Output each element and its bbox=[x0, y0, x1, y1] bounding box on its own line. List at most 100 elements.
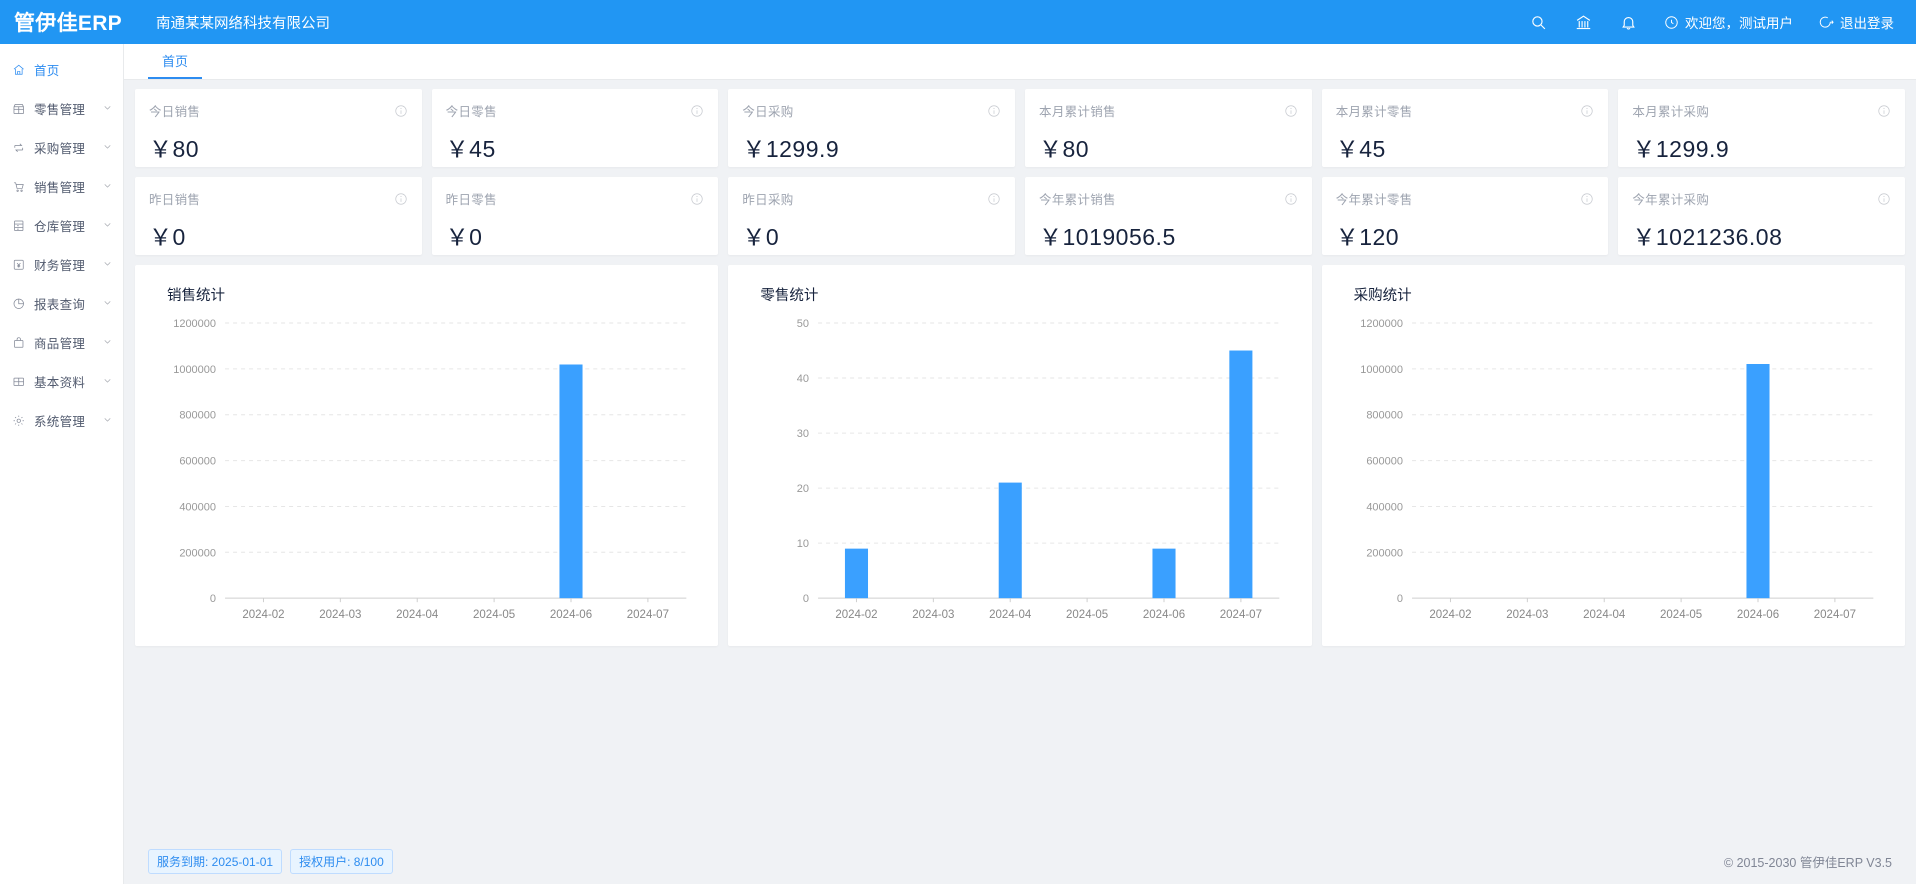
tab-bar: 首页 bbox=[124, 44, 1916, 80]
tab-home-label: 首页 bbox=[162, 51, 188, 70]
chart-title: 销售统计 bbox=[167, 284, 702, 305]
stat-value: ￥0 bbox=[446, 218, 705, 252]
info-icon[interactable] bbox=[1580, 104, 1594, 118]
chevron-down-icon[interactable] bbox=[102, 102, 113, 116]
chevron-down-icon[interactable] bbox=[102, 414, 113, 428]
stat-value: ￥1021236.08 bbox=[1632, 218, 1891, 252]
info-icon[interactable] bbox=[1284, 192, 1298, 206]
stat-cards-row-2: 昨日销售 ￥0 昨日零售 ￥0 昨日采购 ￥0 bbox=[135, 177, 1905, 255]
stat-title: 本月累计采购 bbox=[1632, 101, 1709, 120]
svg-text:0: 0 bbox=[210, 593, 216, 605]
svg-text:2024-06: 2024-06 bbox=[1737, 609, 1779, 621]
chevron-down-icon[interactable] bbox=[102, 297, 113, 311]
logout-icon bbox=[1819, 15, 1834, 30]
svg-text:400000: 400000 bbox=[179, 501, 216, 513]
svg-text:2024-06: 2024-06 bbox=[550, 609, 592, 621]
sidebar-label-sales: 销售管理 bbox=[34, 177, 102, 196]
sidebar-label-reports: 报表查询 bbox=[34, 294, 102, 313]
dashboard-scroll-area: 今日销售 ￥80 今日零售 ￥45 今日采购 ￥1299.9 bbox=[124, 80, 1916, 838]
chart-card-sales: 销售统计 02000004000006000008000001000000120… bbox=[135, 265, 718, 646]
stat-title: 本月累计销售 bbox=[1039, 101, 1116, 120]
sidebar-item-finance[interactable]: 财务管理 bbox=[0, 245, 123, 284]
user-clock-icon bbox=[1664, 15, 1679, 30]
chevron-down-icon[interactable] bbox=[102, 375, 113, 389]
chevron-down-icon[interactable] bbox=[102, 258, 113, 272]
stat-value: ￥1019056.5 bbox=[1039, 218, 1298, 252]
stat-value: ￥1299.9 bbox=[1632, 130, 1891, 164]
sidebar-item-basic-data[interactable]: 基本资料 bbox=[0, 362, 123, 401]
svg-text:800000: 800000 bbox=[179, 410, 216, 422]
chevron-down-icon[interactable] bbox=[102, 180, 113, 194]
info-icon[interactable] bbox=[690, 192, 704, 206]
swap-icon bbox=[11, 141, 27, 155]
stat-card-today-retail: 今日零售 ￥45 bbox=[432, 89, 719, 167]
svg-text:1200000: 1200000 bbox=[1360, 318, 1403, 330]
tab-home[interactable]: 首页 bbox=[148, 44, 202, 79]
home-icon bbox=[11, 63, 27, 77]
sidebar-item-home[interactable]: 首页 bbox=[0, 50, 123, 89]
svg-text:2024-04: 2024-04 bbox=[1583, 609, 1626, 621]
stat-card-yesterday-sales: 昨日销售 ￥0 bbox=[135, 177, 422, 255]
svg-text:20: 20 bbox=[797, 483, 809, 495]
stat-value: ￥0 bbox=[149, 218, 408, 252]
search-icon[interactable] bbox=[1529, 13, 1548, 32]
svg-text:600000: 600000 bbox=[1366, 456, 1403, 468]
sidebar-item-sales[interactable]: 销售管理 bbox=[0, 167, 123, 206]
sidebar-label-basic-data: 基本资料 bbox=[34, 372, 102, 391]
sidebar-item-retail[interactable]: 零售管理 bbox=[0, 89, 123, 128]
stat-cards-row-1: 今日销售 ￥80 今日零售 ￥45 今日采购 ￥1299.9 bbox=[135, 89, 1905, 167]
stat-value: ￥120 bbox=[1336, 218, 1595, 252]
info-icon[interactable] bbox=[987, 104, 1001, 118]
stat-value: ￥1299.9 bbox=[742, 130, 1001, 164]
info-icon[interactable] bbox=[1877, 192, 1891, 206]
licensed-users-badge: 授权用户: 8/100 bbox=[290, 849, 393, 874]
svg-text:2024-03: 2024-03 bbox=[319, 609, 361, 621]
chevron-down-icon[interactable] bbox=[102, 141, 113, 155]
svg-text:2024-07: 2024-07 bbox=[627, 609, 669, 621]
welcome-user[interactable]: 欢迎您，测试用户 bbox=[1664, 12, 1793, 32]
sidebar-item-purchase[interactable]: 采购管理 bbox=[0, 128, 123, 167]
svg-text:2024-02: 2024-02 bbox=[836, 609, 878, 621]
company-name: 南通某某网络科技有限公司 bbox=[152, 12, 330, 33]
sidebar-label-goods: 商品管理 bbox=[34, 333, 102, 352]
bank-icon[interactable] bbox=[1574, 13, 1593, 32]
gear-icon bbox=[11, 414, 27, 428]
bell-icon[interactable] bbox=[1619, 13, 1638, 32]
info-icon[interactable] bbox=[1284, 104, 1298, 118]
chevron-down-icon[interactable] bbox=[102, 336, 113, 350]
sidebar-label-home: 首页 bbox=[34, 60, 113, 79]
info-icon[interactable] bbox=[690, 104, 704, 118]
stat-card-year-sales: 今年累计销售 ￥1019056.5 bbox=[1025, 177, 1312, 255]
archive-icon bbox=[11, 219, 27, 233]
svg-text:50: 50 bbox=[797, 318, 809, 330]
info-icon[interactable] bbox=[394, 192, 408, 206]
header-actions: 欢迎您，测试用户 退出登录 bbox=[1529, 12, 1916, 32]
chevron-down-icon[interactable] bbox=[102, 219, 113, 233]
chart-plot-retail[interactable]: 010203040502024-022024-032024-042024-052… bbox=[744, 311, 1295, 638]
svg-text:600000: 600000 bbox=[179, 456, 216, 468]
stat-card-year-retail: 今年累计零售 ￥120 bbox=[1322, 177, 1609, 255]
bag-icon bbox=[11, 336, 27, 350]
footer: 服务到期: 2025-01-01 授权用户: 8/100 © 2015-2030… bbox=[124, 838, 1916, 884]
info-icon[interactable] bbox=[987, 192, 1001, 206]
info-icon[interactable] bbox=[394, 104, 408, 118]
grid-icon bbox=[11, 375, 27, 389]
sidebar-item-reports[interactable]: 报表查询 bbox=[0, 284, 123, 323]
info-icon[interactable] bbox=[1580, 192, 1594, 206]
money-icon bbox=[11, 258, 27, 272]
sidebar-item-warehouse[interactable]: 仓库管理 bbox=[0, 206, 123, 245]
svg-text:0: 0 bbox=[803, 593, 809, 605]
logo-area[interactable]: 管伊佳ERP bbox=[0, 7, 152, 37]
app-logo-text: 管伊佳ERP bbox=[14, 7, 122, 37]
stat-title: 昨日零售 bbox=[446, 189, 497, 208]
logout-button[interactable]: 退出登录 bbox=[1819, 12, 1894, 32]
info-icon[interactable] bbox=[1877, 104, 1891, 118]
logout-text: 退出登录 bbox=[1840, 12, 1894, 32]
sidebar-item-goods[interactable]: 商品管理 bbox=[0, 323, 123, 362]
svg-text:2024-04: 2024-04 bbox=[396, 609, 439, 621]
sidebar-item-system[interactable]: 系统管理 bbox=[0, 401, 123, 440]
chart-plot-sales[interactable]: 0200000400000600000800000100000012000002… bbox=[151, 311, 702, 638]
chart-plot-purchase[interactable]: 0200000400000600000800000100000012000002… bbox=[1338, 311, 1889, 638]
svg-text:0: 0 bbox=[1397, 593, 1403, 605]
stat-title: 今年累计采购 bbox=[1632, 189, 1709, 208]
